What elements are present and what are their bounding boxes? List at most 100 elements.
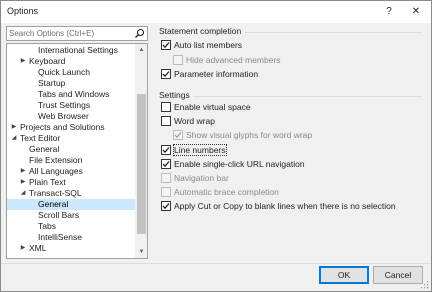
collapse-arrow-icon[interactable]: ◢ xyxy=(10,133,18,144)
tree-item[interactable]: Web Browser xyxy=(7,111,135,122)
tree-item[interactable]: ▶ Keyboard xyxy=(7,56,135,67)
tree-item-label: XML xyxy=(29,243,47,253)
tree-item[interactable]: Trust Settings xyxy=(7,100,135,111)
group-divider xyxy=(193,96,422,97)
tree-item[interactable]: ▶ Plain Text xyxy=(7,177,135,188)
checkbox-checked[interactable] xyxy=(161,158,171,169)
tree-item[interactable]: ◢ Text Editor xyxy=(7,133,135,144)
tree-item-label: Keyboard xyxy=(29,56,66,66)
search-input[interactable] xyxy=(9,28,131,39)
tree-item[interactable]: ▶ Projects and Solutions xyxy=(7,122,135,133)
settings-group-label: Settings xyxy=(159,90,190,100)
tree-item-label: Scroll Bars xyxy=(38,210,80,220)
checkmark-icon xyxy=(162,146,170,153)
scroll-thumb[interactable] xyxy=(137,94,146,234)
checkbox-unchecked[interactable] xyxy=(161,116,171,127)
expand-arrow-icon[interactable]: ▶ xyxy=(19,166,27,177)
option-label: Parameter information xyxy=(174,69,259,79)
window-title: Options xyxy=(7,6,39,16)
option-row[interactable]: Parameter information xyxy=(161,68,429,80)
tree-item[interactable]: ▶ All Languages xyxy=(7,166,135,177)
tree-item-label: Startup xyxy=(38,78,66,88)
close-button[interactable]: ✕ xyxy=(408,4,424,20)
tree-scrollbar[interactable]: ▲ ▼ xyxy=(135,44,147,258)
expand-arrow-icon[interactable]: ▶ xyxy=(19,56,27,67)
tree-item-label: Plain Text xyxy=(29,177,66,187)
tree-item[interactable]: Tabs and Windows xyxy=(7,89,135,100)
tree-item[interactable]: ▶ XML xyxy=(7,243,135,254)
checkbox-unchecked xyxy=(161,187,171,198)
option-row: Hide advanced members xyxy=(173,54,429,66)
collapse-arrow-icon[interactable]: ◢ xyxy=(19,188,27,199)
tree-item-label: Tabs xyxy=(38,221,56,231)
option-label: Hide advanced members xyxy=(186,54,281,65)
tree-item-label: General xyxy=(29,144,60,154)
option-label: Auto list members xyxy=(174,40,243,50)
option-label: Show visual glyphs for word wrap xyxy=(186,130,313,141)
cancel-button[interactable]: Cancel xyxy=(373,266,423,284)
checkbox-unchecked xyxy=(161,173,171,183)
checkmark-icon xyxy=(162,71,170,78)
tree-item-label: Projects and Solutions xyxy=(20,122,105,132)
tree-item-label: General xyxy=(38,199,69,209)
checkbox-unchecked[interactable] xyxy=(161,102,171,112)
tree-item[interactable]: Scroll Bars xyxy=(7,210,135,221)
ok-button[interactable]: OK xyxy=(319,266,369,284)
tree-item[interactable]: File Extension xyxy=(7,155,135,166)
option-row[interactable]: Auto list members xyxy=(161,39,429,51)
search-box[interactable] xyxy=(6,26,148,41)
footer-divider xyxy=(1,263,431,264)
title-bar: Options ? ✕ xyxy=(1,1,431,23)
help-button[interactable]: ? xyxy=(381,4,397,20)
option-label: Enable single-click URL navigation xyxy=(174,158,305,169)
tree-item[interactable]: General xyxy=(7,144,135,155)
tree-item[interactable]: Quick Launch xyxy=(7,67,135,78)
checkmark-icon xyxy=(162,42,170,49)
option-row: Navigation bar xyxy=(161,172,429,184)
option-row[interactable]: Line numbers xyxy=(161,143,429,156)
tree-item[interactable]: International Settings xyxy=(7,45,135,56)
tree-item[interactable]: IntelliSense xyxy=(7,232,135,243)
option-row[interactable]: Enable virtual space xyxy=(161,101,429,113)
tree-item-label: International Settings xyxy=(38,45,118,55)
tree-item-label: Transact-SQL xyxy=(29,188,82,198)
option-label: Navigation bar xyxy=(174,173,229,183)
option-label: Word wrap xyxy=(174,116,215,127)
option-row[interactable]: Apply Cut or Copy to blank lines when th… xyxy=(161,200,429,212)
checkmark-icon xyxy=(162,160,170,167)
search-icon[interactable] xyxy=(134,28,145,39)
checkbox-checked[interactable] xyxy=(161,40,171,50)
resize-grip-icon[interactable] xyxy=(421,281,429,289)
scroll-down-arrow-icon[interactable]: ▼ xyxy=(135,246,147,258)
tree-item[interactable]: ◢ Transact-SQL xyxy=(7,188,135,199)
checkbox-checked[interactable] xyxy=(161,201,171,212)
tree-item[interactable]: Startup xyxy=(7,78,135,89)
group-divider xyxy=(245,32,422,33)
tree-item[interactable]: General xyxy=(7,199,135,210)
options-dialog: Options ? ✕ International Settings▶Keybo… xyxy=(0,0,432,292)
checkbox-checked xyxy=(173,130,183,141)
tree-item-label: Quick Launch xyxy=(38,67,90,77)
option-label: Apply Cut or Copy to blank lines when th… xyxy=(174,201,396,212)
tree-item-label: Text Editor xyxy=(20,133,61,143)
checkbox-unchecked xyxy=(173,54,183,65)
checkbox-checked[interactable] xyxy=(161,69,171,79)
option-label: Line numbers xyxy=(173,143,227,156)
options-tree[interactable]: International Settings ▶ Keyboard Quick Lau… xyxy=(6,43,148,259)
expand-arrow-icon[interactable]: ▶ xyxy=(19,177,27,188)
option-label: Enable virtual space xyxy=(174,102,251,112)
expand-arrow-icon[interactable]: ▶ xyxy=(19,243,27,254)
expand-arrow-icon[interactable]: ▶ xyxy=(10,122,18,133)
checkmark-icon xyxy=(162,203,170,210)
option-row[interactable]: Word wrap xyxy=(161,115,429,127)
tree-item[interactable]: Tabs xyxy=(7,221,135,232)
tree-item-label: IntelliSense xyxy=(38,232,82,242)
tree-item-label: Web Browser xyxy=(38,111,89,121)
option-row: Automatic brace completion xyxy=(161,186,429,198)
tree-item-label: Trust Settings xyxy=(38,100,91,110)
checkbox-checked[interactable] xyxy=(161,144,171,155)
option-row[interactable]: Enable single-click URL navigation xyxy=(161,158,429,170)
checkmark-icon xyxy=(174,132,182,139)
scroll-up-arrow-icon[interactable]: ▲ xyxy=(135,44,147,56)
tree-item-label: Tabs and Windows xyxy=(38,89,110,99)
